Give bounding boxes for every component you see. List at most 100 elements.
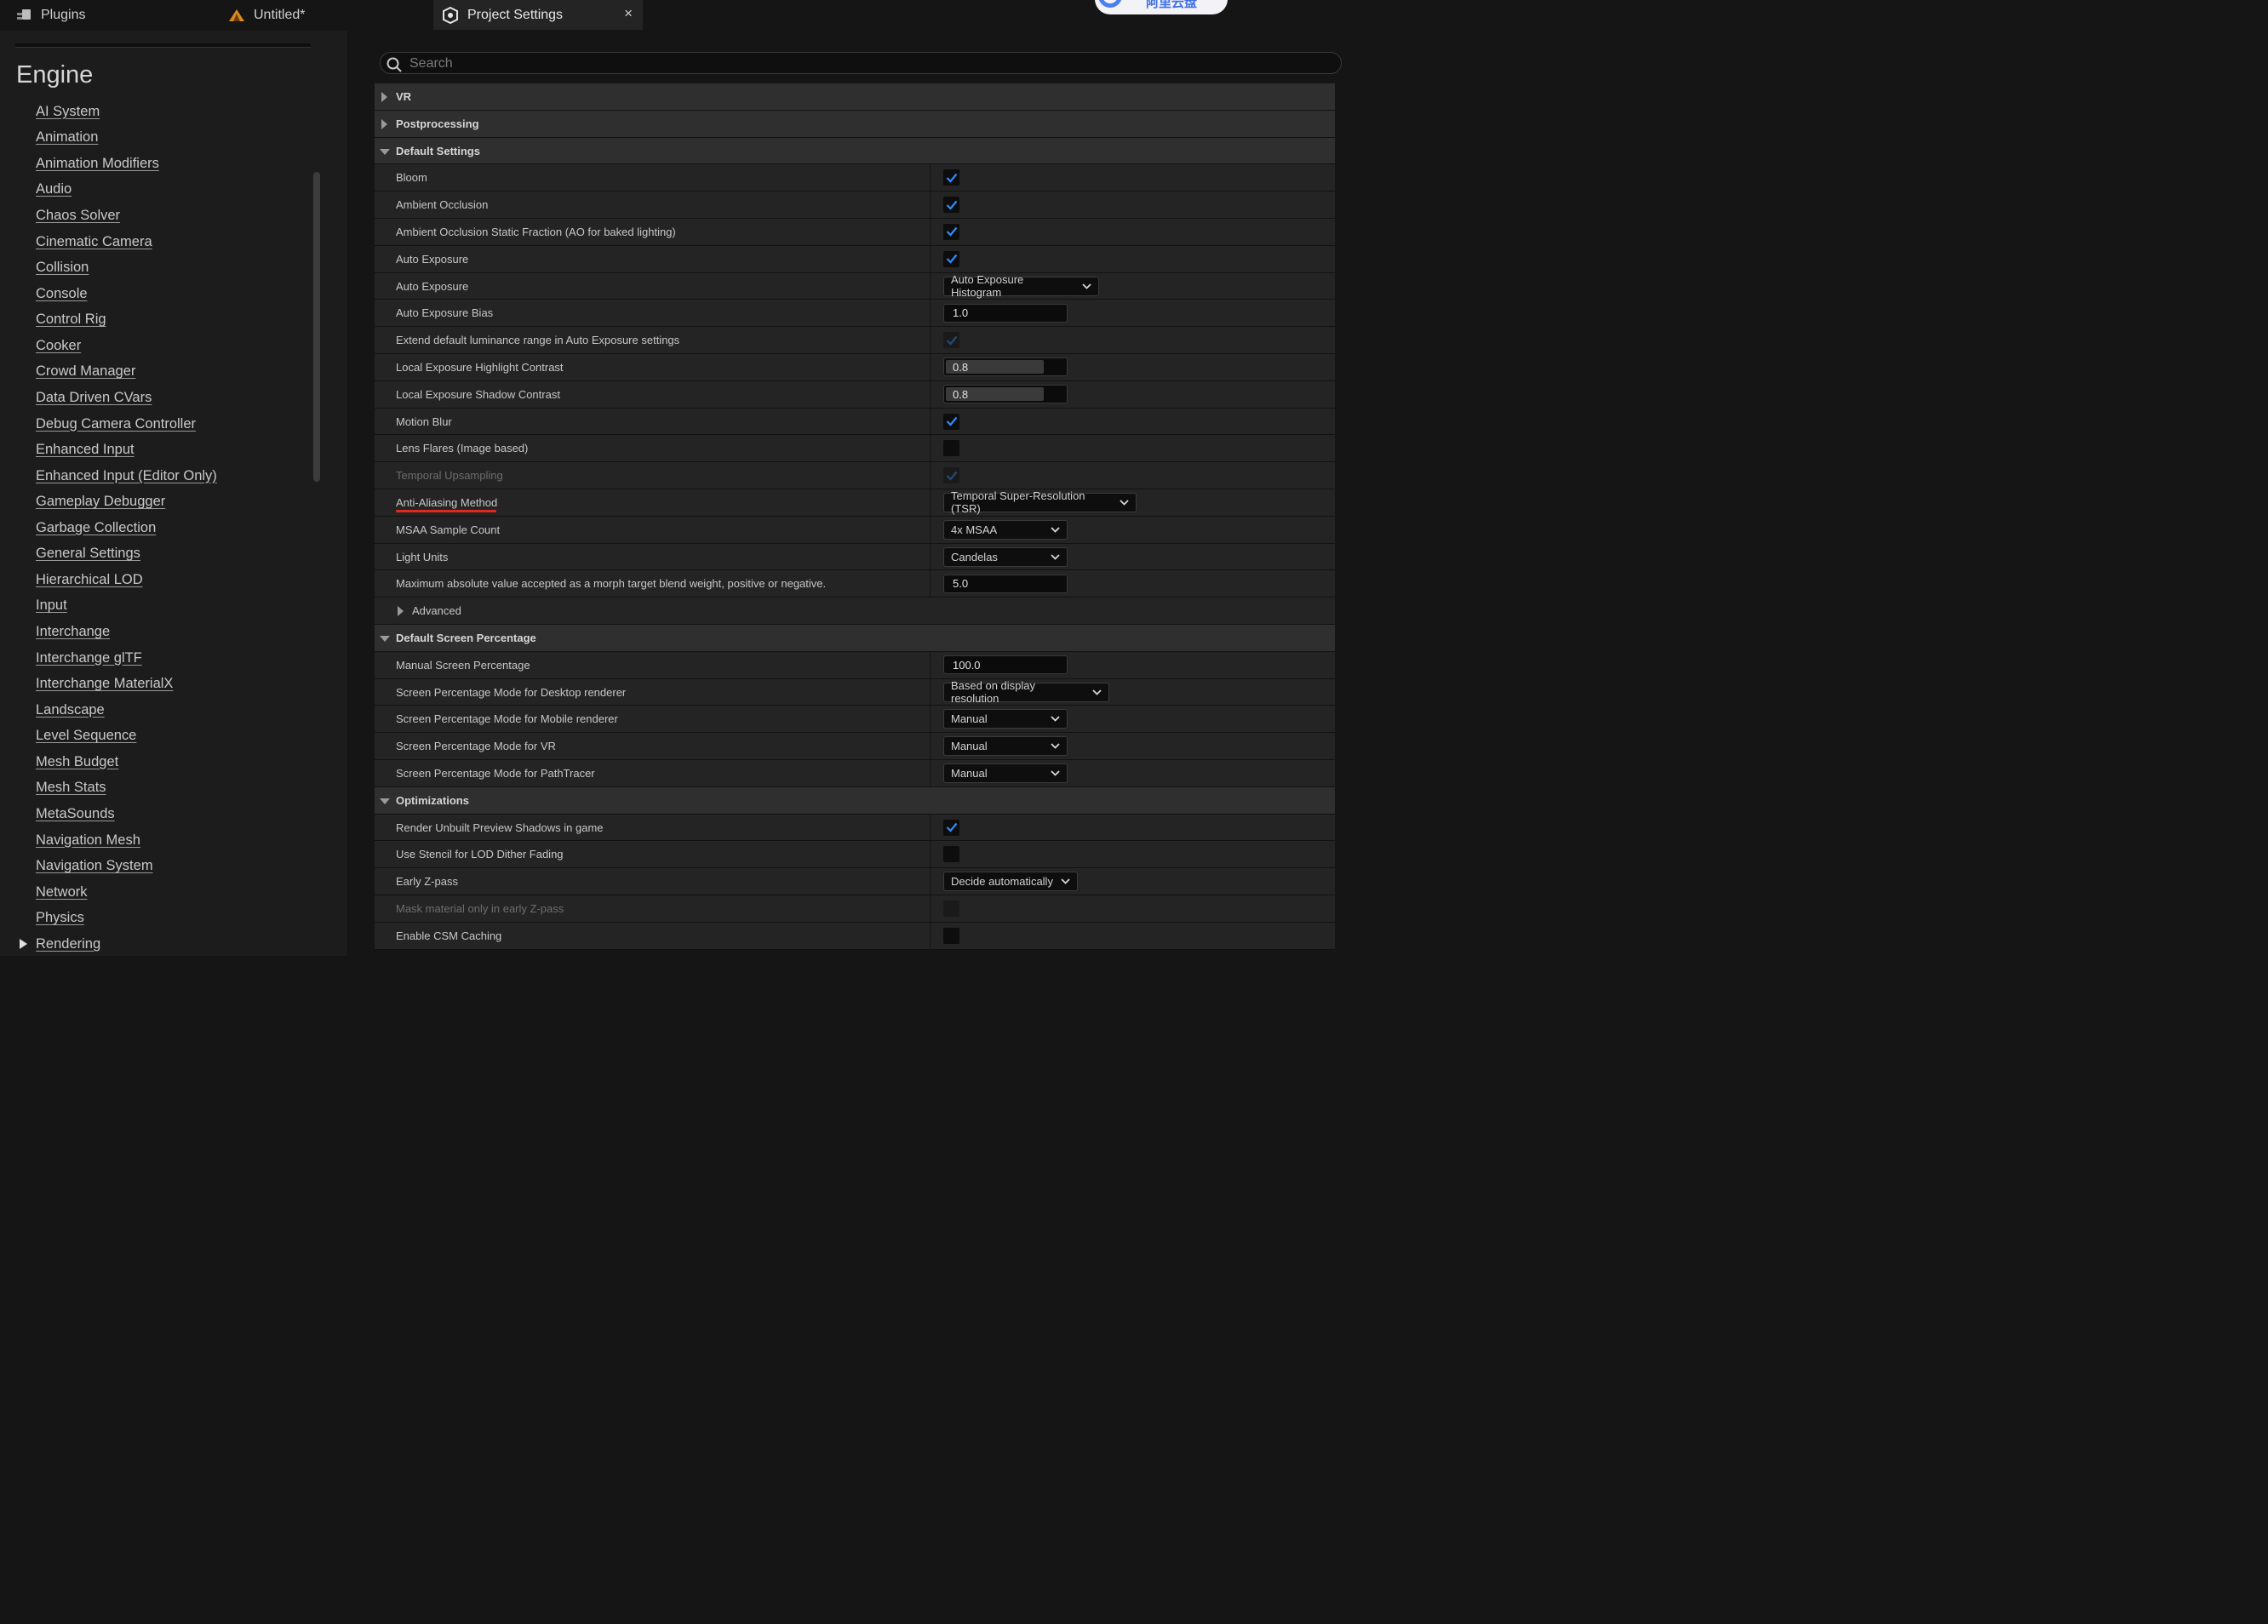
column-divider[interactable] (930, 380, 931, 408)
column-divider[interactable] (930, 327, 931, 353)
sidebar-item-enhanced-input[interactable]: Enhanced Input (0, 437, 324, 463)
category-default-settings[interactable]: Default Settings (375, 137, 1335, 165)
slider-input[interactable]: 0.8 (943, 357, 1068, 377)
column-divider[interactable] (930, 218, 931, 245)
sidebar-item-rendering[interactable]: Rendering (0, 931, 324, 958)
sidebar-item-level-sequence[interactable]: Level Sequence (0, 723, 324, 750)
sidebar-item-cinematic-camera[interactable]: Cinematic Camera (0, 229, 324, 255)
subcategory-advanced[interactable]: Advanced (375, 598, 1335, 625)
sidebar-item-animation-modifiers[interactable]: Animation Modifiers (0, 151, 324, 177)
checkbox[interactable] (943, 846, 959, 863)
sidebar-item-gameplay-debugger[interactable]: Gameplay Debugger (0, 489, 324, 515)
expand-arrow-icon[interactable] (398, 606, 404, 617)
checkbox[interactable] (943, 819, 959, 836)
column-divider[interactable] (930, 489, 931, 516)
sidebar-item-console[interactable]: Console (0, 281, 324, 307)
search-box[interactable] (380, 52, 1342, 74)
collapse-arrow-icon[interactable] (380, 148, 390, 155)
category-postprocessing[interactable]: Postprocessing (375, 110, 1335, 138)
dropdown-auto-exposure[interactable]: Auto Exposure Histogram (943, 273, 1099, 299)
column-divider[interactable] (930, 733, 931, 759)
column-divider[interactable] (930, 300, 931, 327)
column-divider[interactable] (930, 192, 931, 218)
dropdown-screen-percentage-mode-for-pathtracer[interactable]: Manual (943, 763, 1068, 783)
sidebar-item-interchange[interactable]: Interchange (0, 619, 324, 645)
checkbox[interactable] (943, 413, 959, 430)
category-optimizations[interactable]: Optimizations (375, 786, 1335, 815)
sidebar-item-navigation-mesh[interactable]: Navigation Mesh (0, 827, 324, 854)
column-divider[interactable] (930, 678, 931, 706)
sidebar-item-metasounds[interactable]: MetaSounds (0, 801, 324, 827)
sidebar-item-data-driven-cvars[interactable]: Data Driven CVars (0, 385, 324, 411)
number-input[interactable]: 100.0 (943, 655, 1068, 675)
column-divider[interactable] (930, 164, 931, 192)
column-divider[interactable] (930, 543, 931, 570)
sidebar-item-network[interactable]: Network (0, 879, 324, 906)
sidebar-item-animation[interactable]: Animation (0, 125, 324, 152)
column-divider[interactable] (930, 272, 931, 300)
column-divider[interactable] (930, 706, 931, 733)
category-vr[interactable]: VR (375, 83, 1335, 111)
sidebar-item-crowd-manager[interactable]: Crowd Manager (0, 359, 324, 386)
dropdown-screen-percentage-mode-for-vr[interactable]: Manual (943, 736, 1068, 757)
column-divider[interactable] (930, 570, 931, 598)
column-divider[interactable] (930, 245, 931, 272)
collapse-arrow-icon[interactable] (380, 798, 390, 804)
sidebar-item-landscape[interactable]: Landscape (0, 697, 324, 723)
dropdown-anti-aliasing-method[interactable]: Temporal Super-Resolution (TSR) (943, 489, 1137, 515)
column-divider[interactable] (930, 841, 931, 868)
sidebar-item-input[interactable]: Input (0, 593, 324, 620)
search-input[interactable] (408, 54, 1263, 73)
expand-arrow-icon[interactable] (381, 92, 387, 102)
sidebar-item-collision[interactable]: Collision (0, 254, 324, 281)
checkbox[interactable] (943, 440, 959, 457)
dropdown-early-z-pass[interactable]: Decide automatically (943, 872, 1078, 892)
column-divider[interactable] (930, 895, 931, 922)
column-divider[interactable] (930, 353, 931, 380)
sidebar-item-mesh-budget[interactable]: Mesh Budget (0, 749, 324, 775)
sidebar-item-ai-system[interactable]: AI System (0, 99, 324, 125)
sidebar-scrollbar[interactable] (313, 172, 320, 482)
tab-untitled-level[interactable]: Untitled* (228, 0, 305, 30)
sidebar-item-general-settings[interactable]: General Settings (0, 541, 324, 568)
column-divider[interactable] (930, 651, 931, 678)
category-default-screen-percentage[interactable]: Default Screen Percentage (375, 624, 1335, 652)
dropdown-msaa-sample-count[interactable]: 4x MSAA (943, 519, 1068, 540)
sidebar-item-garbage-collection[interactable]: Garbage Collection (0, 515, 324, 541)
sidebar-item-interchange-gltf[interactable]: Interchange glTF (0, 645, 324, 672)
number-input[interactable]: 1.0 (943, 303, 1068, 323)
column-divider[interactable] (930, 922, 931, 949)
checkbox[interactable] (943, 927, 959, 944)
column-divider[interactable] (930, 435, 931, 462)
column-divider[interactable] (930, 462, 931, 489)
checkbox[interactable] (943, 250, 959, 267)
column-divider[interactable] (930, 516, 931, 543)
sidebar-item-navigation-system[interactable]: Navigation System (0, 853, 324, 879)
checkbox[interactable] (943, 223, 959, 240)
checkbox[interactable] (943, 197, 959, 214)
sidebar-item-cooker[interactable]: Cooker (0, 333, 324, 359)
overlay-app-badge[interactable]: 阿里云盘 (1095, 0, 1228, 14)
column-divider[interactable] (930, 814, 931, 841)
column-divider[interactable] (930, 868, 931, 895)
sidebar-item-audio[interactable]: Audio (0, 177, 324, 203)
slider-input[interactable]: 0.8 (943, 385, 1068, 404)
dropdown-light-units[interactable]: Candelas (943, 546, 1068, 567)
expand-arrow-icon[interactable] (381, 118, 387, 129)
tab-project-settings[interactable]: Project Settings × (433, 0, 643, 30)
column-divider[interactable] (930, 759, 931, 786)
sidebar-item-physics[interactable]: Physics (0, 905, 324, 931)
expand-arrow-icon[interactable] (20, 939, 27, 950)
collapse-arrow-icon[interactable] (380, 635, 390, 642)
sidebar-item-hierarchical-lod[interactable]: Hierarchical LOD (0, 567, 324, 593)
sidebar-item-chaos-solver[interactable]: Chaos Solver (0, 203, 324, 229)
sidebar-item-control-rig[interactable]: Control Rig (0, 307, 324, 334)
sidebar-item-mesh-stats[interactable]: Mesh Stats (0, 775, 324, 802)
close-icon[interactable]: × (624, 5, 633, 22)
sidebar-item-enhanced-input-editor-only[interactable]: Enhanced Input (Editor Only) (0, 463, 324, 489)
checkbox[interactable] (943, 169, 959, 186)
number-input[interactable]: 5.0 (943, 574, 1068, 593)
dropdown-screen-percentage-mode-for-mobile-renderer[interactable]: Manual (943, 709, 1068, 729)
sidebar-item-debug-camera-controller[interactable]: Debug Camera Controller (0, 411, 324, 437)
column-divider[interactable] (930, 408, 931, 435)
